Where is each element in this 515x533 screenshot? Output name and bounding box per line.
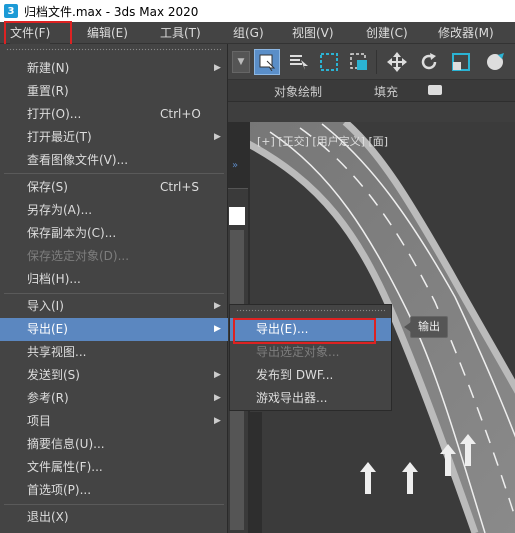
menu-view[interactable]: 视图(V) [292,22,334,44]
file-menu: 新建(N) ▶ 重置(R) 打开(O)... Ctrl+O 打开最近(T) ▶ 查看图… [0,44,228,533]
expand-chevron-icon[interactable]: » [232,160,238,171]
file-menu-archive[interactable]: 归档(H)... [0,268,228,291]
menu-create[interactable]: 创建(C) [366,22,408,44]
file-menu-save-as[interactable]: 另存为(A)... [0,199,228,222]
file-menu-reset[interactable]: 重置(R) [0,80,228,103]
scale-icon[interactable] [448,49,474,75]
file-menu-preferences[interactable]: 首选项(P)... [0,479,228,502]
file-menu-new[interactable]: 新建(N) ▶ [0,57,228,80]
main-toolbar: ▼ [228,44,515,80]
file-menu-save-copy-as[interactable]: 保存副本为(C)... [0,222,228,245]
menu-bar: 文件(F) 编辑(E) 工具(T) 组(G) 视图(V) 创建(C) 修改器(M… [0,22,515,44]
file-menu-open-recent[interactable]: 打开最近(T) ▶ [0,126,228,149]
viewport-label[interactable]: [+] [正交] [用户定义] [面] [257,133,388,149]
select-object-icon[interactable] [254,49,280,75]
ribbon-dropdown-icon[interactable] [428,85,442,95]
scene-explorer-field[interactable] [229,207,245,225]
menu-grip [6,48,221,51]
file-menu-share-view[interactable]: 共享视图... [0,341,228,364]
file-menu-save[interactable]: 保存(S) Ctrl+S [0,176,228,199]
title-bar: 3 归档文件.max - 3ds Max 2020 [0,0,515,22]
ribbon-bar: 对象绘制 填充 [228,80,515,102]
ribbon-gap [228,102,515,122]
file-menu-exit[interactable]: 退出(X) [0,506,228,529]
tooltip: 输出 [404,316,448,338]
file-menu-import[interactable]: 导入(I) ▶ [0,295,228,318]
toolbar-separator [376,50,377,74]
export-submenu-publish-dwf[interactable]: 发布到 DWF... [230,364,391,387]
rectangular-selection-icon[interactable] [316,49,342,75]
menu-modifiers[interactable]: 修改器(M) [438,22,494,44]
file-menu-save-selected: 保存选定对象(D)... [27,249,130,263]
export-submenu-export-selected: 导出选定对象... [256,345,340,359]
file-menu-summary-info[interactable]: 摘要信息(U)... [0,433,228,456]
place-icon[interactable] [482,49,508,75]
file-menu-send-to[interactable]: 发送到(S) ▶ [0,364,228,387]
selection-filter-dropdown[interactable]: ▼ [232,51,250,73]
export-submenu: 导出(E)... 导出选定对象... 发布到 DWF... 游戏导出器... [229,304,392,411]
window-crossing-icon[interactable] [346,49,372,75]
submenu-grip [236,309,385,312]
menu-group[interactable]: 组(G) [233,22,264,44]
menu-file[interactable]: 文件(F) [10,22,51,44]
file-menu-export[interactable]: 导出(E) ▶ [0,318,228,341]
app-icon: 3 [4,4,18,18]
rotate-icon[interactable] [416,49,442,75]
ribbon-object-paint[interactable]: 对象绘制 [274,83,322,100]
move-icon[interactable] [384,49,410,75]
menu-separator [4,173,224,174]
export-submenu-export[interactable]: 导出(E)... [230,318,391,341]
file-menu-open[interactable]: 打开(O)... Ctrl+O [0,103,228,126]
select-by-name-icon[interactable] [286,49,312,75]
file-menu-view-image[interactable]: 查看图像文件(V)... [0,149,228,172]
menu-tools[interactable]: 工具(T) [160,22,201,44]
window-title: 归档文件.max - 3ds Max 2020 [24,4,199,19]
file-menu-reference[interactable]: 参考(R) ▶ [0,387,228,410]
export-submenu-game-exporter[interactable]: 游戏导出器... [230,387,391,410]
menu-separator [4,504,224,505]
menu-edit[interactable]: 编辑(E) [87,22,128,44]
file-menu-file-properties[interactable]: 文件属性(F)... [0,456,228,479]
menu-separator [4,293,224,294]
ribbon-fill[interactable]: 填充 [374,83,398,100]
file-menu-project[interactable]: 项目 ▶ [0,410,228,433]
